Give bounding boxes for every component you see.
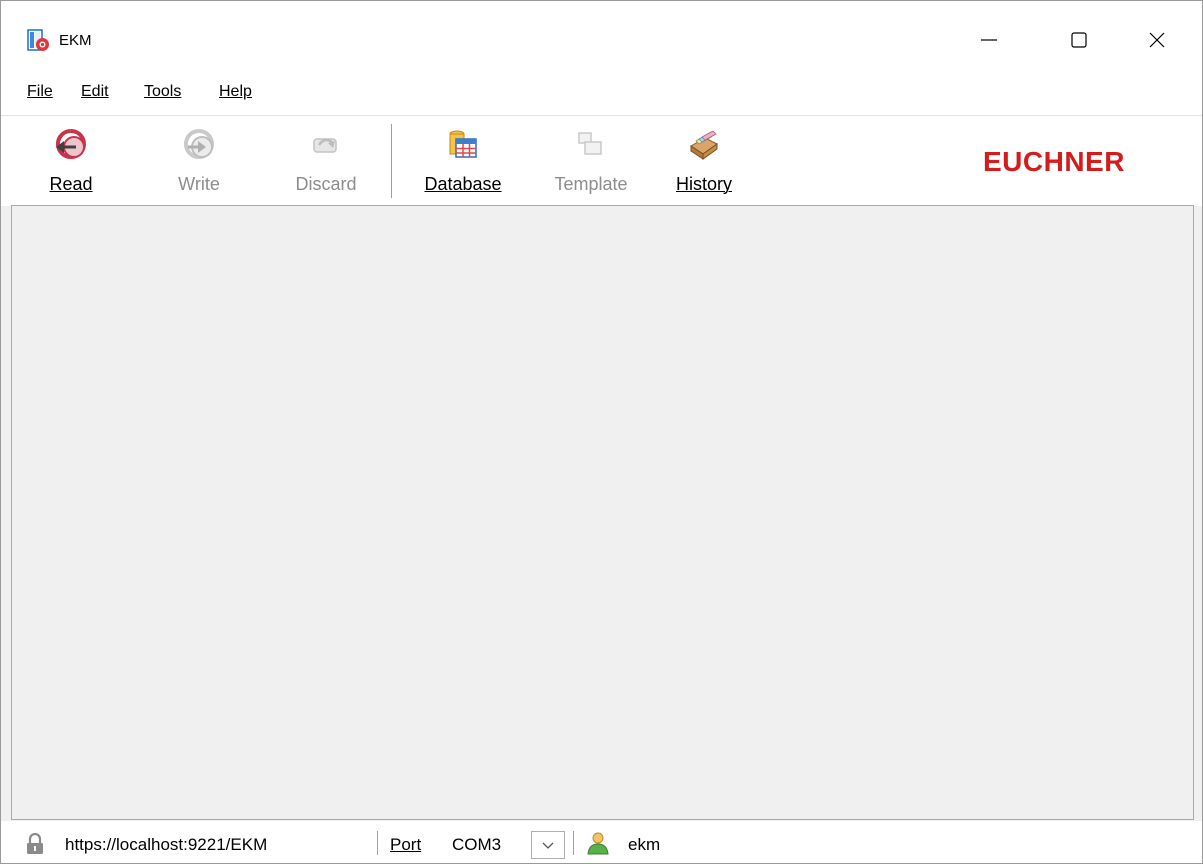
menu-help-label: Help [219, 83, 252, 100]
template-label: Template [554, 174, 628, 194]
menu-edit-label: Edit [81, 83, 109, 100]
toolbar: Read Write Discard Database Template His… [1, 115, 1202, 206]
menu-file[interactable]: File [27, 83, 53, 101]
toolbar-separator [391, 124, 392, 198]
write-button[interactable]: Write [163, 116, 235, 204]
user-name: ekm [628, 835, 661, 854]
discard-icon [313, 138, 337, 153]
app-window: EKM File Edit Tools Help Read Write Disc… [0, 0, 1203, 864]
menu-help[interactable]: Help [219, 83, 252, 101]
database-button[interactable]: Database [409, 116, 517, 204]
port-dropdown-button[interactable] [531, 831, 565, 859]
database-label: Database [424, 174, 502, 194]
history-label: History [675, 174, 732, 194]
menu-tools[interactable]: Tools [144, 83, 181, 101]
port-label: Port [390, 835, 422, 854]
menu-tools-label: Tools [144, 83, 182, 100]
read-button[interactable]: Read [39, 116, 103, 204]
menu-file-label: File [27, 83, 53, 100]
status-separator [573, 831, 574, 855]
user-icon [587, 832, 609, 855]
minimize-button[interactable] [944, 11, 1034, 69]
discard-label: Discard [295, 174, 357, 194]
history-button[interactable]: History [660, 116, 748, 204]
euchner-logo: EUCHNER [983, 146, 1125, 177]
main-content-area [11, 205, 1194, 820]
status-bar: https://localhost:9221/EKM Port COM3 ekm [1, 821, 1202, 863]
write-icon [183, 129, 214, 159]
write-label: Write [178, 174, 220, 194]
template-icon [578, 132, 602, 155]
close-button[interactable] [1112, 11, 1202, 69]
close-icon [1149, 32, 1165, 48]
lock-icon [27, 833, 43, 854]
history-icon [690, 130, 718, 160]
discard-button[interactable]: Discard [279, 116, 373, 204]
server-url: https://localhost:9221/EKM [65, 835, 268, 854]
ekm-app-icon [27, 29, 49, 51]
maximize-icon [1071, 32, 1087, 48]
database-icon [449, 130, 477, 158]
template-button[interactable]: Template [533, 116, 649, 204]
title-bar: EKM [1, 1, 1202, 69]
read-icon [55, 129, 86, 159]
maximize-button[interactable] [1034, 11, 1124, 69]
window-title: EKM [59, 32, 92, 49]
chevron-down-icon [542, 842, 554, 849]
menu-edit[interactable]: Edit [81, 83, 109, 101]
minimize-icon [981, 39, 997, 41]
read-label: Read [49, 174, 93, 194]
port-value: COM3 [452, 835, 502, 854]
status-separator [377, 831, 378, 855]
menu-bar: File Edit Tools Help [1, 69, 1202, 115]
